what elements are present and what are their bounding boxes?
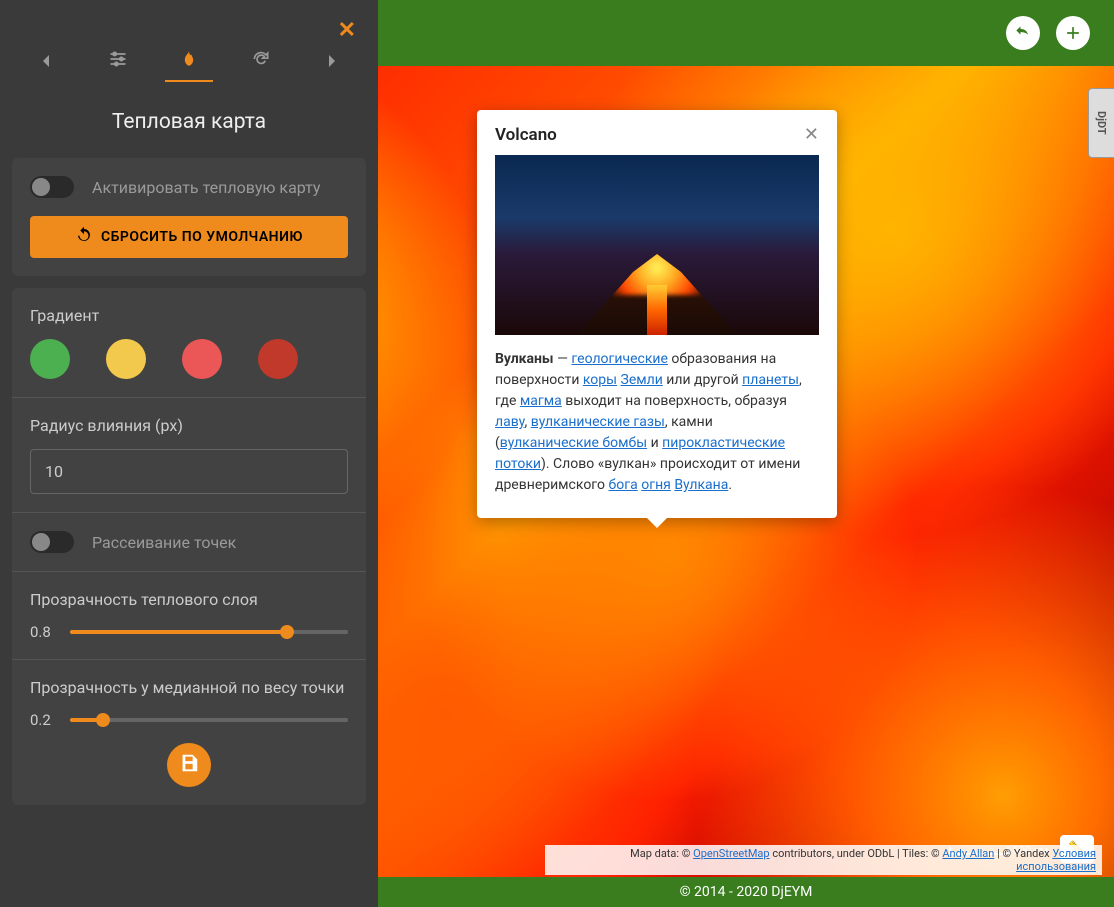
dissipate-toggle[interactable]	[30, 531, 74, 553]
opacity-value: 0.8	[30, 623, 58, 641]
refresh-icon	[251, 49, 271, 73]
link-planet[interactable]: планеты	[742, 372, 799, 388]
link-gases[interactable]: вулканические газы	[531, 414, 665, 430]
reset-icon	[75, 226, 93, 248]
reset-button[interactable]: СБРОСИТЬ ПО УМОЛЧАНИЮ	[30, 216, 348, 258]
balloon-body: Вулканы — геологические образования на п…	[477, 335, 837, 518]
dissipate-label: Рассеивание точек	[92, 533, 236, 552]
median-slider[interactable]	[70, 718, 348, 722]
balloon-image	[495, 155, 819, 335]
swatch-3[interactable]	[182, 339, 222, 379]
sidebar-tabs	[12, 12, 366, 92]
link-andy[interactable]: Andy Allan	[942, 847, 994, 860]
tab-heatmap[interactable]	[165, 42, 213, 82]
balloon-title: Volcano	[495, 125, 557, 145]
link-fire[interactable]: огня	[641, 477, 671, 493]
tab-settings[interactable]	[94, 42, 142, 82]
map-balloon: Volcano ✕ Вулканы — геологические образо…	[477, 110, 837, 518]
activate-card: Активировать тепловую карту СБРОСИТЬ ПО …	[12, 158, 366, 276]
gradient-swatches	[30, 339, 348, 379]
radius-input[interactable]	[30, 449, 348, 494]
opacity-slider[interactable]	[70, 630, 348, 634]
link-crust[interactable]: коры	[583, 372, 617, 388]
radius-label: Радиус влияния (px)	[30, 416, 348, 435]
footer: © 2014 - 2020 DjEYM	[378, 877, 1114, 907]
gradient-card: Градиент Радиус влияния (px) Рассеивание…	[12, 288, 366, 805]
tab-refresh[interactable]	[237, 42, 285, 82]
swatch-4[interactable]	[258, 339, 298, 379]
save-icon	[178, 752, 200, 778]
link-vulcan[interactable]: Вулкана	[674, 477, 728, 493]
settings-sidebar: ✕ Тепловая карта Активировать тепловую к…	[0, 0, 378, 907]
median-value: 0.2	[30, 711, 58, 729]
swatch-1[interactable]	[30, 339, 70, 379]
close-icon[interactable]: ✕	[338, 18, 356, 43]
median-label: Прозрачность у медианной по весу точки	[30, 678, 348, 697]
link-earth[interactable]: Земли	[621, 372, 663, 388]
activate-toggle[interactable]	[30, 176, 74, 198]
map-attribution: Map data: © OpenStreetMap contributors, …	[545, 845, 1102, 875]
swatch-2[interactable]	[106, 339, 146, 379]
debug-toolbar-tab[interactable]: DjDT	[1088, 88, 1114, 158]
fire-icon	[179, 49, 199, 73]
undo-button[interactable]	[1006, 16, 1040, 50]
sliders-icon	[108, 49, 128, 73]
balloon-close-icon[interactable]: ✕	[804, 124, 819, 145]
activate-label: Активировать тепловую карту	[92, 178, 320, 197]
opacity-label: Прозрачность теплового слоя	[30, 590, 348, 609]
link-osm[interactable]: OpenStreetMap	[693, 847, 769, 860]
add-button[interactable]	[1056, 16, 1090, 50]
link-god[interactable]: бога	[609, 477, 638, 493]
sidebar-title: Тепловая карта	[12, 110, 366, 134]
next-tab-button[interactable]	[308, 42, 356, 82]
prev-tab-button[interactable]	[22, 42, 70, 82]
link-lava[interactable]: лаву	[495, 414, 525, 430]
save-button[interactable]	[167, 743, 211, 787]
link-magma[interactable]: магма	[520, 393, 562, 409]
link-geological[interactable]: геологические	[571, 351, 668, 367]
gradient-label: Градиент	[30, 306, 348, 325]
link-bombs[interactable]: вулканические бомбы	[500, 435, 647, 451]
